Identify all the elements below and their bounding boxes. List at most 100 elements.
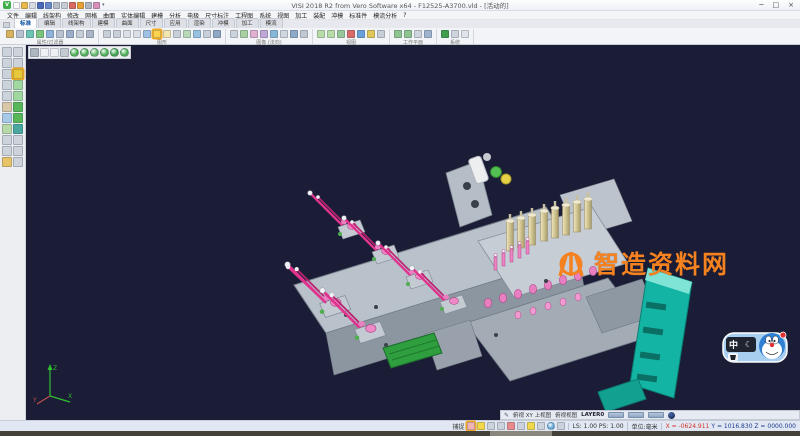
- zoom-window-icon[interactable]: [40, 48, 49, 57]
- close-button[interactable]: ×: [788, 1, 794, 10]
- polyline-icon[interactable]: [2, 69, 12, 79]
- rotate-view-icon[interactable]: [120, 48, 129, 57]
- stretch-icon[interactable]: [13, 124, 23, 134]
- delete-icon[interactable]: [69, 2, 76, 9]
- undo-icon[interactable]: [77, 2, 84, 9]
- scale-icon[interactable]: [13, 113, 23, 123]
- pan-icon[interactable]: [60, 48, 69, 57]
- snap-point-icon[interactable]: [477, 422, 485, 430]
- extrude-icon[interactable]: [2, 135, 12, 145]
- workplane-reset-icon[interactable]: [424, 30, 432, 38]
- menu-item[interactable]: 装配: [310, 11, 328, 20]
- snap-settings-icon[interactable]: [467, 422, 475, 430]
- ribbon-tab[interactable]: 加工: [236, 18, 259, 28]
- view-iso-icon[interactable]: [367, 30, 375, 38]
- info-bar-button-3[interactable]: [648, 412, 664, 418]
- ribbon-tab[interactable]: 尺寸: [140, 18, 163, 28]
- shading-sphere-icon[interactable]: [668, 412, 675, 419]
- line-icon[interactable]: [2, 58, 12, 68]
- menu-item[interactable]: 加工: [292, 11, 310, 20]
- snap-refresh-icon[interactable]: [547, 422, 555, 430]
- view-name-label[interactable]: 俯视视图: [555, 411, 577, 419]
- ribbon-tab[interactable]: 模流: [260, 18, 283, 28]
- background-icon[interactable]: [300, 30, 308, 38]
- filter-teal-icon[interactable]: [26, 30, 34, 38]
- layers-icon[interactable]: [13, 69, 23, 79]
- snap-center-icon[interactable]: [507, 422, 515, 430]
- view-plane-label[interactable]: 俯视 XY 上视图: [513, 411, 551, 419]
- ribbon-tab[interactable]: 线架构: [62, 18, 91, 28]
- print-icon[interactable]: [53, 2, 60, 9]
- import-file-icon[interactable]: [29, 2, 36, 9]
- circle-icon[interactable]: [2, 80, 12, 90]
- snap-mid-icon[interactable]: [497, 422, 505, 430]
- active-layer-label[interactable]: LAYER0: [581, 412, 604, 418]
- shaded-edges-icon[interactable]: [80, 48, 89, 57]
- maximize-button[interactable]: □: [773, 1, 780, 10]
- view-list-icon[interactable]: [377, 30, 385, 38]
- shaded-on-icon[interactable]: [70, 48, 79, 57]
- quick-access-overflow-icon[interactable]: ▾: [102, 2, 105, 8]
- info-bar-button-2[interactable]: [628, 412, 644, 418]
- texture-icon[interactable]: [270, 30, 278, 38]
- render-icon[interactable]: [260, 30, 268, 38]
- normal-show-icon[interactable]: [250, 30, 258, 38]
- wireframe-view-icon[interactable]: [90, 48, 99, 57]
- plot-icon[interactable]: [61, 2, 68, 9]
- select-icon[interactable]: [103, 30, 111, 38]
- hidden-line-view-icon[interactable]: [100, 48, 109, 57]
- options-icon[interactable]: [13, 157, 23, 167]
- ribbon-tab[interactable]: 标准: [14, 18, 37, 28]
- edit-view-icon[interactable]: ✎: [504, 412, 509, 419]
- surface-icon[interactable]: [2, 113, 12, 123]
- snap-intersect-icon[interactable]: [527, 422, 535, 430]
- ribbon-tab[interactable]: 曲面: [116, 18, 139, 28]
- info-bar-button-1[interactable]: [608, 412, 624, 418]
- minimize-button[interactable]: ─: [759, 1, 763, 10]
- capture-icon[interactable]: [290, 30, 298, 38]
- menu-item[interactable]: 标准件: [346, 11, 370, 20]
- menu-item[interactable]: ?: [400, 12, 409, 19]
- zoom-all-icon[interactable]: [30, 48, 39, 57]
- filter-solid-icon[interactable]: [66, 30, 74, 38]
- filter-edge-icon[interactable]: [56, 30, 64, 38]
- point-icon[interactable]: [2, 47, 12, 57]
- filter-green-icon[interactable]: [36, 30, 44, 38]
- normal-flip-icon[interactable]: [240, 30, 248, 38]
- system-settings-icon[interactable]: [441, 30, 449, 38]
- box-select-icon[interactable]: [123, 30, 131, 38]
- snap-end-icon[interactable]: [487, 422, 495, 430]
- filter-all-icon[interactable]: [86, 30, 94, 38]
- hidden-line-icon[interactable]: [163, 30, 171, 38]
- light-icon[interactable]: [203, 30, 211, 38]
- refresh-view-icon[interactable]: [230, 30, 238, 38]
- arc-icon[interactable]: [2, 91, 12, 101]
- save-all-icon[interactable]: [45, 2, 52, 9]
- menu-item[interactable]: 模流分析: [370, 11, 400, 20]
- zoom-dynamic-icon[interactable]: [50, 48, 59, 57]
- ribbon-menu-icon[interactable]: [3, 22, 10, 28]
- wireframe-mode-icon[interactable]: [153, 30, 161, 38]
- erase-icon[interactable]: [13, 58, 23, 68]
- zoom-out-icon[interactable]: [327, 30, 335, 38]
- workplane-align-icon[interactable]: [414, 30, 422, 38]
- select-arrow-icon[interactable]: [13, 47, 23, 57]
- ribbon-tab[interactable]: 渲染: [188, 18, 211, 28]
- ghost-mode-icon[interactable]: [173, 30, 181, 38]
- material-icon[interactable]: [213, 30, 221, 38]
- ribbon-tab[interactable]: 应用: [164, 18, 187, 28]
- snap-grid-icon[interactable]: [557, 422, 565, 430]
- zoom-extents-icon[interactable]: [337, 30, 345, 38]
- system-info-icon[interactable]: [451, 30, 459, 38]
- attributes-icon[interactable]: [13, 146, 23, 156]
- save-icon[interactable]: [37, 2, 44, 9]
- open-folder-icon[interactable]: [21, 2, 28, 9]
- fillet-icon[interactable]: [2, 102, 12, 112]
- rotate-icon[interactable]: [13, 91, 23, 101]
- attribute-line-icon[interactable]: [16, 30, 24, 38]
- ribbon-tab[interactable]: 建模: [92, 18, 115, 28]
- menu-item[interactable]: 冲模: [328, 11, 346, 20]
- measure-icon[interactable]: [13, 135, 23, 145]
- ime-toolbar[interactable]: 中 ☾: [722, 330, 788, 364]
- zoom-in-icon[interactable]: [317, 30, 325, 38]
